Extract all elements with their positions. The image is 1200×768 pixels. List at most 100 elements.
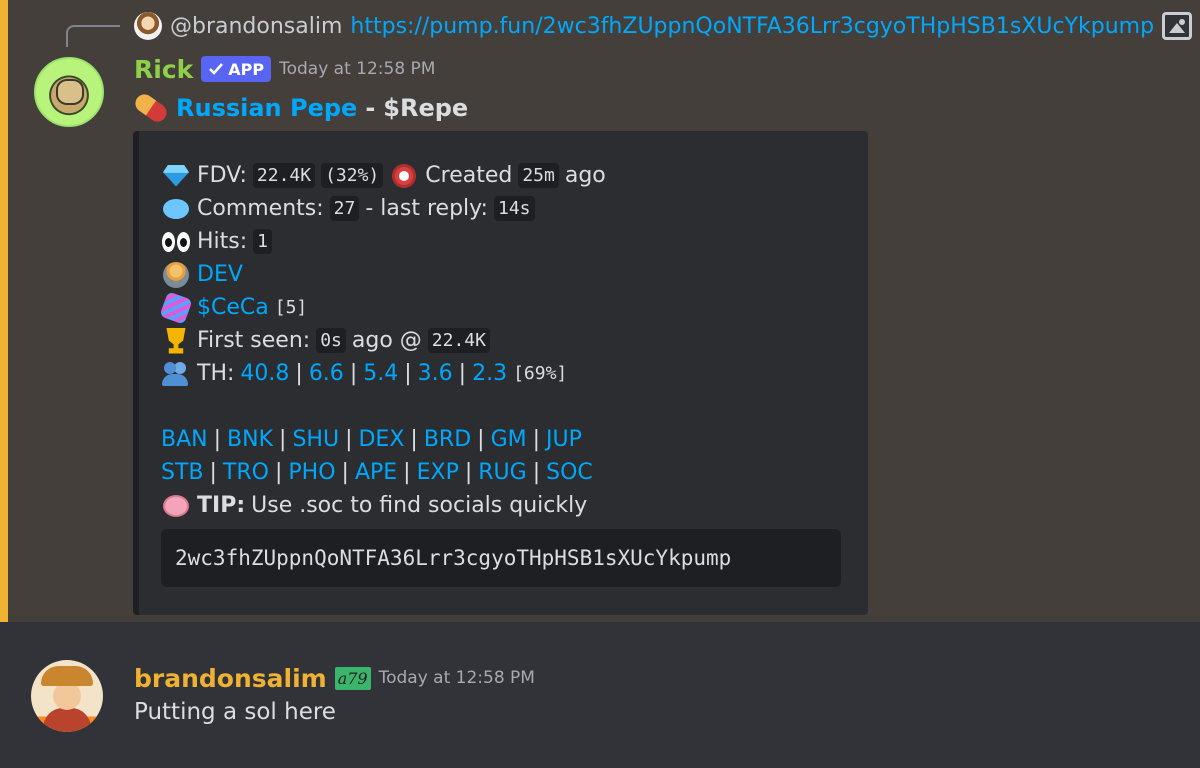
pipe-separator: | (274, 460, 283, 485)
created-value: 25m (518, 163, 559, 188)
created-label: Created (425, 163, 513, 188)
last-reply-value: 14s (493, 196, 535, 221)
avatar-face (56, 79, 84, 105)
token-ticker: $Repe (383, 94, 469, 122)
message-header: Rick APP Today at 12:58 PM (134, 52, 435, 86)
link-ape[interactable]: APE (355, 460, 397, 485)
pipe-separator: | (341, 460, 349, 485)
comments-value: 27 (329, 196, 360, 221)
avatar-hat (41, 666, 93, 686)
th-link[interactable]: 40.8 (240, 361, 289, 386)
link-stb[interactable]: STB (161, 460, 204, 485)
pipe-separator: | (532, 460, 541, 485)
link-ban[interactable]: BAN (161, 427, 208, 452)
last-reply-label: - last reply: (365, 196, 488, 221)
hits-label: Hits: (197, 229, 248, 254)
hits-line: Hits: 1 (161, 225, 851, 258)
reply-avatar[interactable] (134, 12, 162, 40)
link-gm[interactable]: GM (491, 427, 527, 452)
pipe-separator: | (279, 427, 287, 452)
fdv-label: FDV: (197, 163, 247, 188)
comments-label: Comments: (197, 196, 324, 221)
th-link[interactable]: 6.6 (309, 361, 344, 386)
dna-icon (159, 290, 193, 325)
timestamp[interactable]: Today at 12:58 PM (279, 59, 435, 79)
pipe-separator: | (345, 427, 353, 452)
alarm-clock-icon (389, 161, 419, 191)
message-text: Putting a sol here (134, 699, 336, 725)
fdv-percent: (32%) (321, 163, 384, 188)
token-name-link[interactable]: Russian Pepe (176, 94, 357, 122)
reply-link[interactable]: https://pump.fun/2wc3fhZUppnQoNTFA36Lrr3… (350, 14, 1154, 39)
gem-icon (161, 161, 191, 191)
pipe-separator: | (458, 361, 467, 386)
th-link[interactable]: 2.3 (472, 361, 507, 386)
embed-body: FDV: 22.4K (32%) Created 25m ago Comment… (159, 159, 851, 522)
reply-username[interactable]: @brandonsalim (170, 14, 342, 39)
links-row-1: BAN | BNK | SHU | DEX | BRD | GM | JUP (161, 423, 851, 456)
avatar-rick[interactable] (34, 57, 104, 127)
pipe-separator: | (464, 460, 473, 485)
server-tag-badge[interactable]: a79 (334, 666, 371, 690)
speech-bubble-icon (161, 194, 191, 224)
pipe-separator: | (213, 427, 222, 452)
reply-reference[interactable]: @brandonsalim https://pump.fun/2wc3fhZUp… (134, 8, 1193, 44)
contract-address-codeblock[interactable]: 2wc3fhZUppnQoNTFA36Lrr3cgyoTHpHSB1sXUcYk… (161, 529, 841, 587)
pipe-separator: | (295, 361, 303, 386)
link-pho[interactable]: PHO (288, 460, 335, 485)
people-icon (161, 359, 191, 389)
author-name[interactable]: Rick (134, 55, 193, 84)
dev-line: DEV (161, 258, 851, 291)
dev-link[interactable]: DEV (197, 262, 243, 287)
link-jup[interactable]: JUP (546, 427, 582, 452)
link-bnk[interactable]: BNK (227, 427, 273, 452)
pipe-separator: | (410, 427, 418, 452)
link-dex[interactable]: DEX (358, 427, 404, 452)
app-badge-label: APP (228, 59, 265, 79)
ceca-link[interactable]: $CeCa (197, 295, 269, 320)
message-header: brandonsalim a79 Today at 12:58 PM (134, 660, 535, 696)
pipe-separator: | (349, 361, 358, 386)
tip-label: TIP: (197, 493, 246, 518)
first-seen-mcap: 22.4K (427, 328, 490, 353)
pipe-separator: | (209, 460, 217, 485)
timestamp[interactable]: Today at 12:58 PM (379, 668, 535, 688)
pipe-separator: | (403, 460, 411, 485)
ceca-count: [5] (274, 297, 308, 318)
pipe-separator: | (404, 361, 412, 386)
avatar-head (53, 682, 81, 710)
title-separator: - (365, 94, 376, 122)
pipe-separator: | (532, 427, 541, 452)
link-brd[interactable]: BRD (424, 427, 471, 452)
first-seen-mid: ago @ (351, 328, 422, 353)
links-row-2: STB | TRO | PHO | APE | EXP | RUG | SOC (161, 456, 851, 489)
token-embed: FDV: 22.4K (32%) Created 25m ago Comment… (133, 131, 868, 615)
ceca-line: $CeCa [5] (159, 290, 851, 325)
first-seen-line: First seen: 0s ago @ 22.4K (161, 324, 851, 357)
app-badge: APP (201, 56, 272, 82)
reply-connector (66, 25, 120, 47)
created-suffix: ago (564, 163, 606, 188)
pill-icon (131, 90, 171, 126)
checkmark-icon (209, 63, 224, 75)
mention-highlight-bar (0, 0, 8, 622)
avatar-brandonsalim[interactable] (31, 660, 103, 732)
message-title: Russian Pepe - $Repe (131, 90, 469, 126)
link-tro[interactable]: TRO (223, 460, 269, 485)
th-link[interactable]: 3.6 (418, 361, 453, 386)
fdv-value: 22.4K (252, 163, 316, 188)
link-exp[interactable]: EXP (417, 460, 459, 485)
link-rug[interactable]: RUG (478, 460, 526, 485)
th-percent: [69%] (513, 363, 568, 384)
brain-icon (161, 491, 191, 521)
image-icon (1162, 12, 1193, 40)
tip-text: Use .soc to find socials quickly (251, 493, 588, 518)
author-name[interactable]: brandonsalim (134, 664, 327, 693)
th-link[interactable]: 5.4 (363, 361, 398, 386)
top-holders-line: TH: 40.8 | 6.6 | 5.4 | 3.6 | 2.3 [69%] (161, 357, 851, 390)
first-seen-label: First seen: (197, 328, 311, 353)
link-shu[interactable]: SHU (292, 427, 339, 452)
link-soc[interactable]: SOC (546, 460, 593, 485)
comments-line: Comments: 27 - last reply: 14s (161, 192, 851, 225)
